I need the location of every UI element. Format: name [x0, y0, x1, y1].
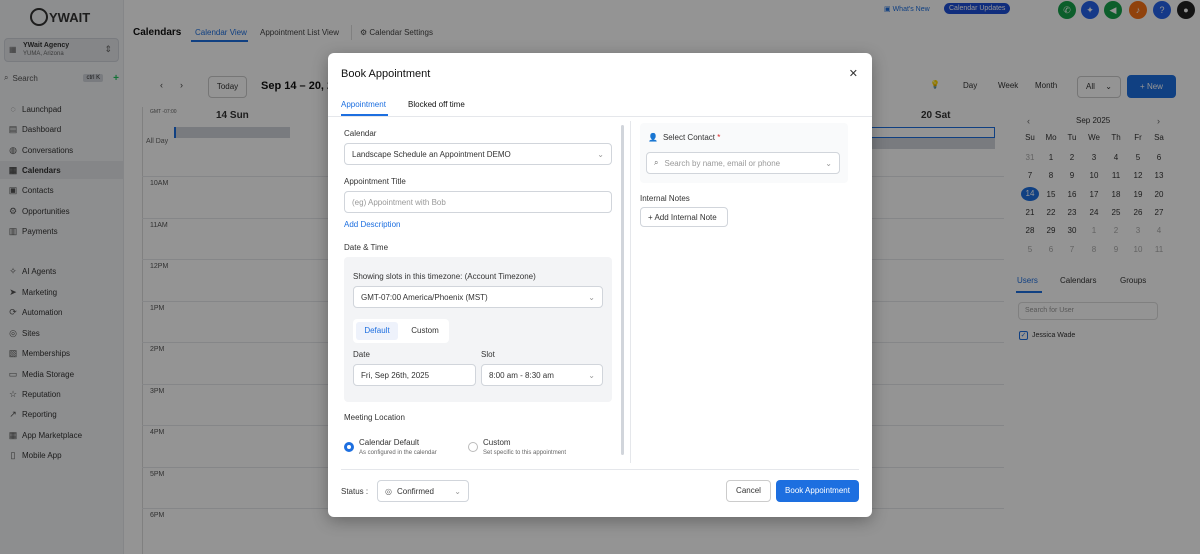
chevron-down-icon: ⌄: [825, 158, 832, 168]
slot-select[interactable]: 8:00 am - 8:30 am ⌄: [481, 364, 603, 386]
appointment-title-placeholder: (eg) Appointment with Bob: [352, 197, 446, 207]
location-default-label[interactable]: Calendar Default: [359, 438, 419, 447]
calendar-select-value: Landscape Schedule an Appointment DEMO: [352, 149, 511, 159]
footer-divider: [341, 469, 859, 470]
chevron-down-icon: ⌄: [597, 149, 604, 159]
appointment-title-label: Appointment Title: [344, 177, 406, 186]
check-circle-icon: ◎: [385, 486, 392, 496]
timezone-note: Showing slots in this timezone: (Account…: [353, 272, 536, 281]
date-time-label: Date & Time: [344, 243, 389, 252]
chevron-down-icon: ⌄: [588, 292, 595, 302]
status-label: Status :: [341, 487, 369, 496]
contact-search-input[interactable]: ⌕ Search by name, email or phone ⌄: [646, 152, 840, 174]
book-appointment-modal: Book Appointment ✕ Appointment Blocked o…: [328, 53, 872, 517]
meeting-location-label: Meeting Location: [344, 413, 405, 422]
add-internal-note-button[interactable]: + Add Internal Note: [640, 207, 728, 227]
timezone-select[interactable]: GMT-07:00 America/Phoenix (MST) ⌄: [353, 286, 603, 308]
calendar-label: Calendar: [344, 129, 377, 138]
slot-label: Slot: [481, 350, 495, 359]
chevron-down-icon: ⌄: [454, 486, 461, 496]
cancel-button[interactable]: Cancel: [726, 480, 771, 502]
modal-title: Book Appointment: [341, 68, 431, 80]
slot-select-value: 8:00 am - 8:30 am: [489, 370, 554, 380]
date-label: Date: [353, 350, 370, 359]
add-internal-note-label: + Add Internal Note: [648, 212, 717, 222]
tab-appointment[interactable]: Appointment: [341, 100, 386, 109]
contact-search-placeholder: Search by name, email or phone: [664, 158, 781, 168]
status-select[interactable]: ◎ Confirmed ⌄: [377, 480, 469, 502]
column-divider: [630, 121, 631, 463]
close-icon[interactable]: ✕: [849, 67, 858, 80]
modal-tabs-divider: [328, 116, 872, 117]
date-input-value: Fri, Sep 26th, 2025: [361, 370, 430, 380]
location-custom-label[interactable]: Custom: [483, 438, 511, 447]
timezone-select-value: GMT-07:00 America/Phoenix (MST): [361, 292, 488, 302]
user-icon: 👤: [648, 133, 658, 142]
add-description-link[interactable]: Add Description: [344, 220, 400, 229]
chevron-down-icon: ⌄: [588, 370, 595, 380]
status-select-value: Confirmed: [396, 486, 434, 496]
form-scrollbar[interactable]: [621, 125, 624, 455]
mode-custom-button[interactable]: Custom: [404, 322, 446, 340]
location-default-sub: As configured in the calendar: [359, 450, 437, 456]
location-custom-radio[interactable]: [468, 442, 478, 452]
search-icon: ⌕: [654, 158, 659, 167]
location-custom-sub: Set specific to this appointment: [483, 450, 567, 456]
internal-notes-label: Internal Notes: [640, 194, 690, 203]
book-appointment-button[interactable]: Book Appointment: [776, 480, 859, 502]
mode-default-button[interactable]: Default: [356, 322, 398, 340]
tab-blocked-off-time[interactable]: Blocked off time: [408, 100, 465, 109]
location-default-radio[interactable]: [344, 442, 354, 452]
required-mark: *: [717, 133, 721, 142]
appointment-title-input[interactable]: (eg) Appointment with Bob: [344, 191, 612, 213]
select-contact-text: Select Contact: [662, 133, 715, 142]
calendar-select[interactable]: Landscape Schedule an Appointment DEMO ⌄: [344, 143, 612, 165]
date-input[interactable]: Fri, Sep 26th, 2025: [353, 364, 476, 386]
select-contact-label: 👤 Select Contact *: [648, 133, 720, 142]
